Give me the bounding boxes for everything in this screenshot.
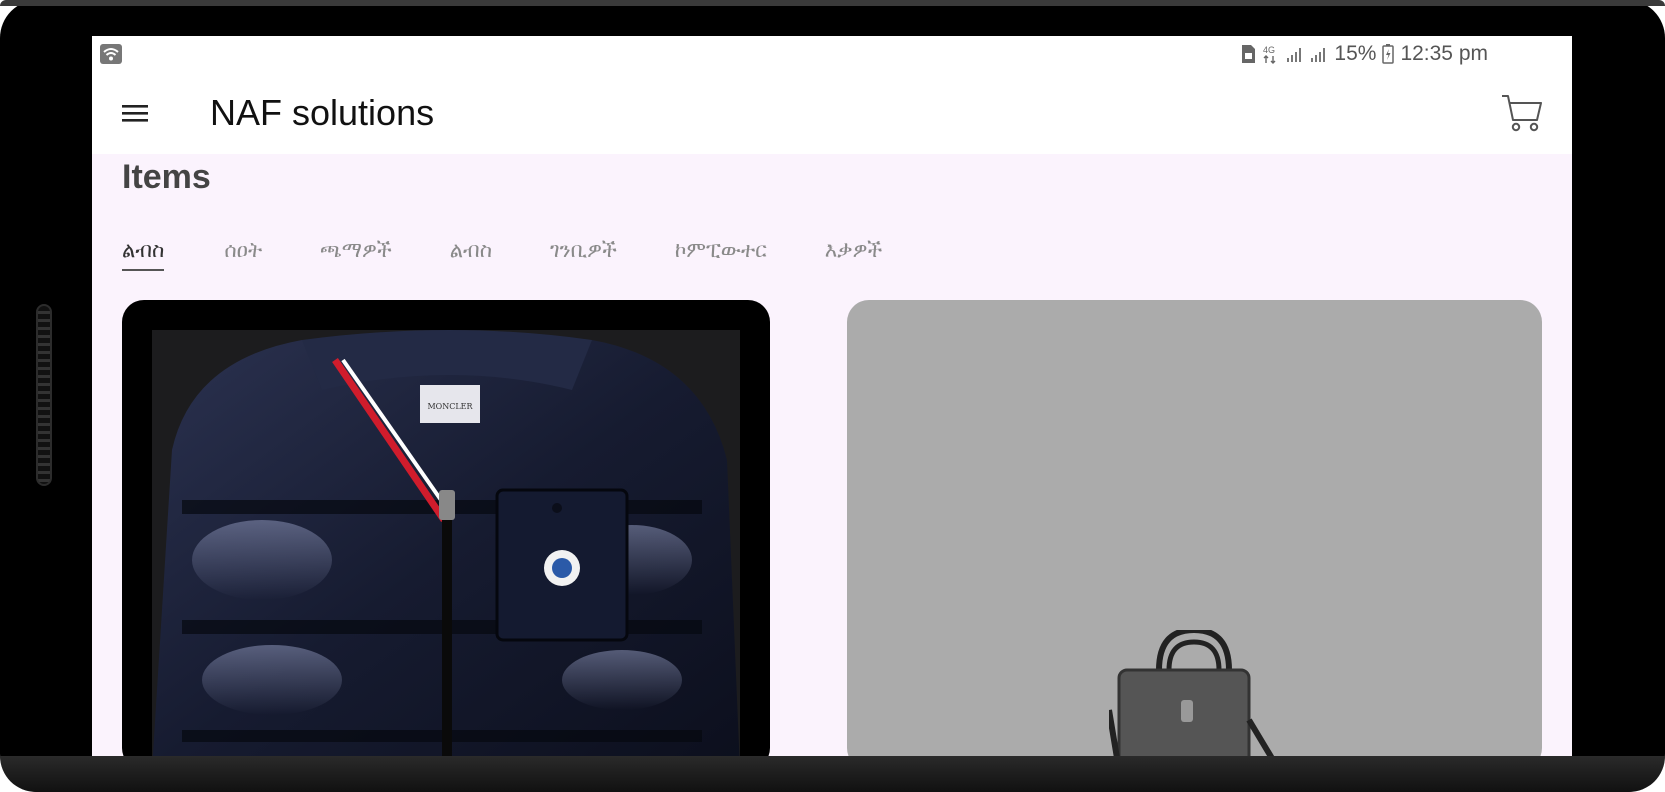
device-side-button — [36, 304, 52, 486]
signal-icon — [1286, 45, 1304, 63]
app-screen: 4G 15% 12:35 pm NAF solutions Items ልብስ … — [92, 36, 1572, 756]
product-card-bag[interactable] — [847, 300, 1542, 756]
gray-briefcase-bag-photo — [1109, 630, 1275, 756]
tab-items[interactable]: እቃዎች — [825, 232, 882, 271]
network-4g-icon: 4G — [1262, 44, 1280, 64]
tab-computers[interactable]: ኮምፒውተር — [675, 232, 767, 271]
tab-shoes[interactable]: ጫማዎች — [320, 232, 392, 271]
device-frame: 4G 15% 12:35 pm NAF solutions Items ልብስ … — [0, 0, 1665, 792]
section-title: Items — [122, 158, 211, 196]
device-bottom-bezel — [0, 756, 1665, 792]
tab-builders[interactable]: ገንቢዎች — [550, 232, 617, 271]
jacket-brand-tag: MONCLER — [427, 402, 473, 411]
category-tabs: ልብስ ሰዐት ጫማዎች ልብስ ገንቢዎች ኮምፒውተር እቃዎች — [122, 232, 882, 271]
network-type-label: 4G — [1263, 45, 1275, 55]
app-bar: NAF solutions — [92, 72, 1572, 154]
wifi-icon — [100, 44, 122, 64]
puffer-jacket-photo: MONCLER — [152, 330, 740, 756]
sim-icon — [1240, 44, 1256, 64]
signal-icon — [1310, 45, 1328, 63]
clock: 12:35 pm — [1400, 42, 1488, 65]
hamburger-menu-icon[interactable] — [120, 98, 150, 128]
tab-watches[interactable]: ሰዐት — [224, 232, 262, 271]
battery-icon — [1382, 44, 1395, 64]
battery-percentage: 15% — [1334, 42, 1377, 65]
app-title: NAF solutions — [210, 92, 435, 133]
tab-clothes[interactable]: ልብስ — [122, 232, 165, 271]
product-card-jacket[interactable]: MONCLER — [122, 300, 770, 756]
shopping-cart-icon[interactable] — [1500, 91, 1544, 135]
tab-clothes-2[interactable]: ልብስ — [450, 232, 492, 271]
status-bar: 4G 15% 12:35 pm — [92, 36, 1572, 72]
